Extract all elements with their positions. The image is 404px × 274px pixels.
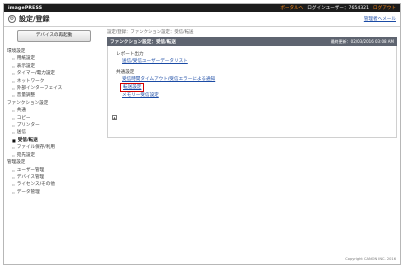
sidebar-item-label: プリンター bbox=[16, 123, 40, 129]
sidebar-item[interactable]: ▫ コピー bbox=[7, 115, 101, 122]
portal-link[interactable]: ポータルへ bbox=[280, 5, 303, 11]
sidebar-item[interactable]: ▫ タイマー/電力設定 bbox=[7, 70, 101, 77]
sidebar-item[interactable]: ▫ デバイス管理 bbox=[7, 174, 101, 181]
manager-mail-link[interactable]: 管理者へメール bbox=[364, 16, 396, 22]
sidebar-item[interactable]: ▫ ユーザー管理 bbox=[7, 167, 101, 174]
bullet-icon: ▫ bbox=[12, 145, 15, 151]
sidebar-item-label: ユーザー管理 bbox=[16, 167, 45, 173]
sidebar-item-label: ネットワーク bbox=[16, 78, 45, 84]
bullet-icon: ▫ bbox=[12, 86, 15, 92]
memory-receive-link[interactable]: メモリー受信設定 bbox=[116, 92, 159, 99]
bullet-icon: ▫ bbox=[12, 63, 15, 69]
sidebar-item-label: タイマー/電力設定 bbox=[16, 71, 56, 77]
sidebar-item-label: 音量調整 bbox=[16, 93, 36, 99]
sidebar-item-label: デバイス管理 bbox=[16, 174, 45, 180]
bullet-icon: ▫ bbox=[12, 189, 15, 195]
bullet-icon: ▫ bbox=[12, 108, 15, 114]
sidebar-item-label: データ管理 bbox=[16, 189, 40, 195]
page-title: 設定/登録 bbox=[19, 15, 50, 23]
sidebar-item[interactable]: ▫ ライセンス/その他 bbox=[7, 181, 101, 188]
group-title-report: レポート出力 bbox=[116, 52, 144, 57]
sidebar-item-label: ファイル保存/利用 bbox=[16, 145, 56, 151]
sidebar-section-title[interactable]: ファンクション設定 bbox=[7, 100, 101, 107]
content-area: デバイスの再起動 環境設定 ▫ 用紙設定 ▫ 表示設定 ▫ タイマー/電力設定 ▫ ネッ… bbox=[4, 27, 400, 265]
brand-logo: imagePRESS bbox=[8, 5, 43, 11]
panel-body: レポート出力 送信/受信ユーザーデータリスト 共通設定 受信時間タイムアウト/受… bbox=[107, 46, 397, 138]
sidebar-item[interactable]: ▫ 音量調整 bbox=[7, 92, 101, 99]
sidebar-item-label: 宛先設定 bbox=[16, 152, 36, 158]
sidebar-item[interactable]: ▫ データ管理 bbox=[7, 189, 101, 196]
forward-settings-link[interactable]: 転送設定 bbox=[120, 83, 145, 92]
top-bar: imagePRESS ポータルへ ログインユーザー：7654321 ログアウト bbox=[4, 4, 400, 12]
sidebar-item-label: 送信 bbox=[16, 130, 26, 136]
copyright: Copyright CANON INC. 2016 bbox=[345, 257, 396, 261]
sidebar-section-title[interactable]: 管理設定 bbox=[7, 159, 101, 166]
user-data-list-link[interactable]: 送信/受信ユーザーデータリスト bbox=[116, 58, 188, 65]
bullet-icon: ▫ bbox=[12, 123, 15, 129]
sidebar-item[interactable]: ▫ ファイル保存/利用 bbox=[7, 144, 101, 151]
bullet-icon: ▫ bbox=[12, 78, 15, 84]
login-user: ログインユーザー：7654321 bbox=[307, 6, 370, 11]
sidebar-item[interactable]: ▫ ネットワーク bbox=[7, 78, 101, 85]
main-panel-area: 設定/登録：ファンクション設定：受信/転送 ファンクション設定：受信/転送 最終… bbox=[107, 29, 397, 138]
page-top-icon[interactable]: ▲ bbox=[112, 115, 117, 120]
sidebar-item-label: コピー bbox=[16, 115, 31, 121]
sidebar-menu: 環境設定 ▫ 用紙設定 ▫ 表示設定 ▫ タイマー/電力設定 ▫ ネットワーク ▫ 外部イ… bbox=[7, 48, 101, 196]
bullet-icon: ▫ bbox=[12, 167, 15, 173]
sidebar: デバイスの再起動 環境設定 ▫ 用紙設定 ▫ 表示設定 ▫ タイマー/電力設定 ▫ ネッ… bbox=[7, 30, 101, 196]
sidebar-item[interactable]: ▫ プリンター bbox=[7, 122, 101, 129]
sidebar-item-label: ライセンス/その他 bbox=[16, 182, 55, 188]
sidebar-section-title[interactable]: 環境設定 bbox=[7, 48, 101, 55]
bullet-icon: ▫ bbox=[12, 93, 15, 99]
gear-icon: ⚙ bbox=[8, 15, 16, 23]
sidebar-item[interactable]: ▫ 表示設定 bbox=[7, 63, 101, 70]
panel-title: ファンクション設定：受信/転送 bbox=[110, 39, 176, 45]
sidebar-section-link[interactable]: ▫ 宛先設定 bbox=[7, 152, 101, 159]
sidebar-item-label: 共通 bbox=[16, 108, 26, 114]
sidebar-item-label: 外部インターフェイス bbox=[16, 86, 63, 92]
sidebar-item-label: 受信/転送 bbox=[17, 137, 38, 143]
bullet-icon: ▫ bbox=[12, 71, 15, 77]
breadcrumb: 設定/登録：ファンクション設定：受信/転送 bbox=[107, 30, 194, 35]
bullet-icon: ▫ bbox=[12, 174, 15, 180]
top-right-links: ポータルへ ログインユーザー：7654321 ログアウト bbox=[280, 5, 396, 11]
bullet-icon: ▫ bbox=[12, 115, 15, 121]
logout-link[interactable]: ログアウト bbox=[373, 5, 396, 11]
sidebar-item[interactable]: ▫ 用紙設定 bbox=[7, 55, 101, 62]
last-update: 最終更新：02/03/2016 03:08 AM bbox=[330, 38, 394, 44]
sidebar-item-active[interactable]: ■ 受信/転送 bbox=[7, 137, 101, 144]
sidebar-item-label: 表示設定 bbox=[16, 63, 36, 69]
bullet-icon: ■ bbox=[12, 137, 16, 143]
panel-header: ファンクション設定：受信/転送 最終更新：02/03/2016 03:08 AM bbox=[107, 37, 397, 46]
group-title-common: 共通設定 bbox=[116, 70, 135, 75]
sidebar-item-label: 用紙設定 bbox=[16, 56, 36, 62]
timeout-notify-link[interactable]: 受信時間タイムアウト/受信エラーによる通知 bbox=[116, 76, 215, 83]
bullet-icon: ▫ bbox=[12, 152, 15, 158]
browser-frame: imagePRESS ポータルへ ログインユーザー：7654321 ログアウト … bbox=[3, 3, 401, 265]
title-wrap: ⚙ 設定/登録 bbox=[8, 14, 50, 24]
sidebar-item[interactable]: ▫ 共通 bbox=[7, 107, 101, 114]
bullet-icon: ▫ bbox=[12, 56, 15, 62]
page-header: ⚙ 設定/登録 管理者へメール bbox=[4, 12, 400, 27]
sidebar-item[interactable]: ▫ 外部インターフェイス bbox=[7, 85, 101, 92]
bullet-icon: ▫ bbox=[12, 130, 15, 136]
bullet-icon: ▫ bbox=[12, 182, 15, 188]
sidebar-item[interactable]: ▫ 送信 bbox=[7, 129, 101, 136]
restart-device-button[interactable]: デバイスの再起動 bbox=[17, 30, 91, 42]
